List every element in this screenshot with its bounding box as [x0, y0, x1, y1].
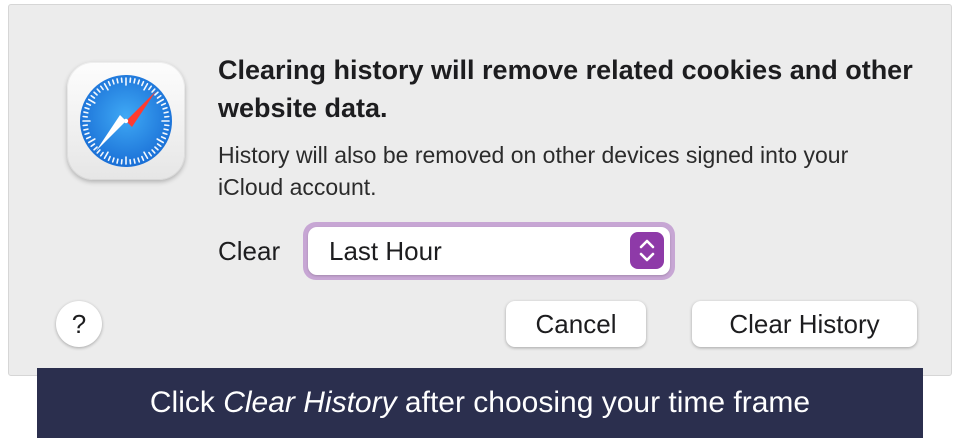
dialog-title: Clearing history will remove related coo…	[218, 55, 913, 123]
caption-suffix: after choosing your time frame	[396, 386, 811, 419]
caption-prefix: Click	[149, 386, 224, 419]
cancel-button[interactable]: Cancel	[506, 301, 646, 347]
dialog-subtitle: History will also be removed on other de…	[218, 142, 849, 200]
chevron-updown-icon[interactable]	[630, 232, 664, 269]
clear-range-select[interactable]: Last Hour	[303, 222, 675, 280]
clear-range-select-box[interactable]: Last Hour	[308, 227, 670, 275]
safari-compass-icon	[67, 62, 185, 180]
clear-range-value: Last Hour	[329, 236, 442, 266]
instruction-caption: Click Clear History after choosing your …	[37, 368, 923, 438]
clear-range-label: Clear	[218, 236, 281, 266]
clear-history-button[interactable]: Clear History	[692, 301, 917, 347]
help-button[interactable]: ?	[56, 301, 102, 347]
caption-emphasis: Clear History	[223, 386, 397, 419]
screenshot-stage: Clearing history will remove related coo…	[0, 0, 960, 444]
compass-graphic	[80, 75, 172, 167]
clear-history-dialog: Clearing history will remove related coo…	[8, 4, 952, 376]
